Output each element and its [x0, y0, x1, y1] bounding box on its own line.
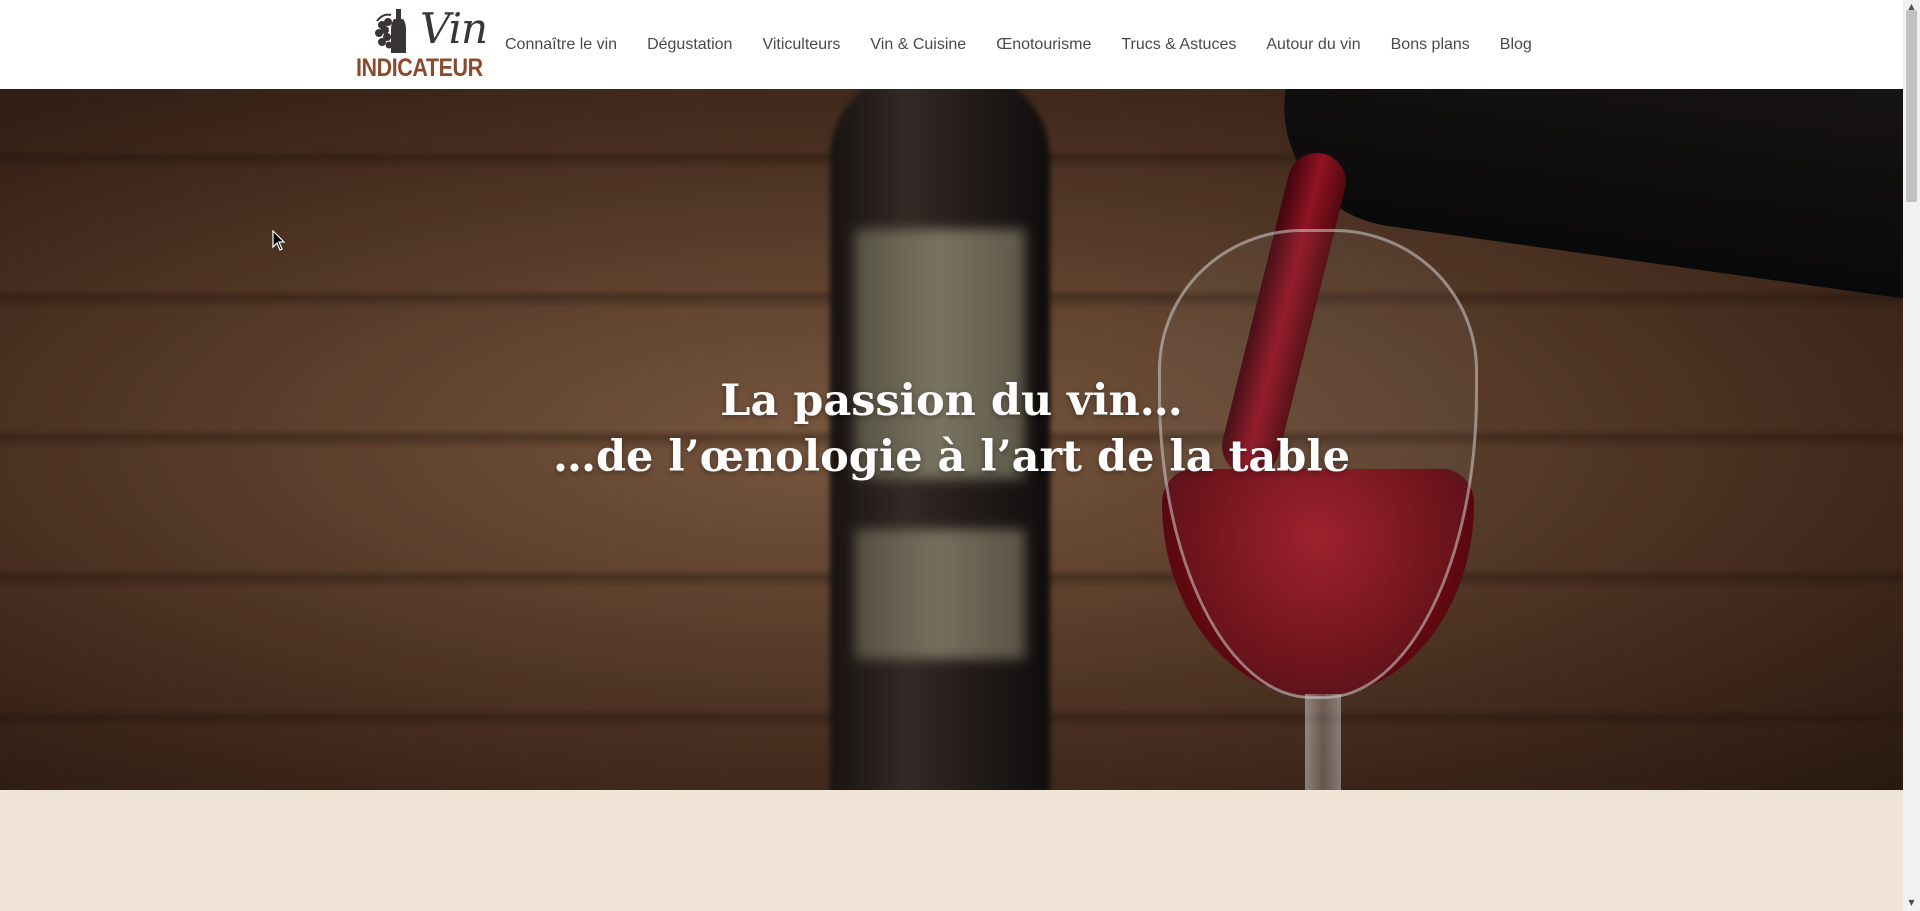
logo-wordmark: INDICATEUR — [356, 54, 483, 82]
content-section — [0, 790, 1903, 911]
nav-item-viticulteurs[interactable]: Viticulteurs — [762, 36, 840, 54]
logo-script-text: Vin — [420, 4, 488, 53]
hero-title-line-2: …de l’œnologie à l’art de la table — [552, 432, 1351, 482]
main-nav: Connaître le vin Dégustation Viticulteur… — [505, 0, 1532, 89]
nav-item-blog[interactable]: Blog — [1500, 36, 1532, 54]
hero-banner: La passion du vin… …de l’œnologie à l’ar… — [0, 89, 1903, 790]
nav-item-oenotourisme[interactable]: Œnotourisme — [996, 36, 1091, 54]
nav-item-degustation[interactable]: Dégustation — [647, 36, 732, 54]
nav-item-connaitre-le-vin[interactable]: Connaître le vin — [505, 36, 617, 54]
chevron-down-icon[interactable]: ▼ — [1906, 898, 1917, 908]
nav-item-autour-du-vin[interactable]: Autour du vin — [1266, 36, 1360, 54]
mouse-pointer-icon — [272, 230, 286, 251]
nav-item-bons-plans[interactable]: Bons plans — [1391, 36, 1470, 54]
wine-bottle-grapes-icon — [375, 9, 406, 53]
scrollbar-thumb[interactable] — [1906, 10, 1917, 202]
site-header: Vin INDICATEUR Connaître le vin Dégustat… — [0, 0, 1903, 89]
nav-item-vin-cuisine[interactable]: Vin & Cuisine — [870, 36, 966, 54]
site-logo[interactable]: Vin INDICATEUR — [356, 4, 494, 83]
nav-item-trucs-astuces[interactable]: Trucs & Astuces — [1121, 36, 1236, 54]
hero-title-line-1: La passion du vin… — [720, 376, 1183, 426]
page: Vin INDICATEUR Connaître le vin Dégustat… — [0, 0, 1903, 911]
